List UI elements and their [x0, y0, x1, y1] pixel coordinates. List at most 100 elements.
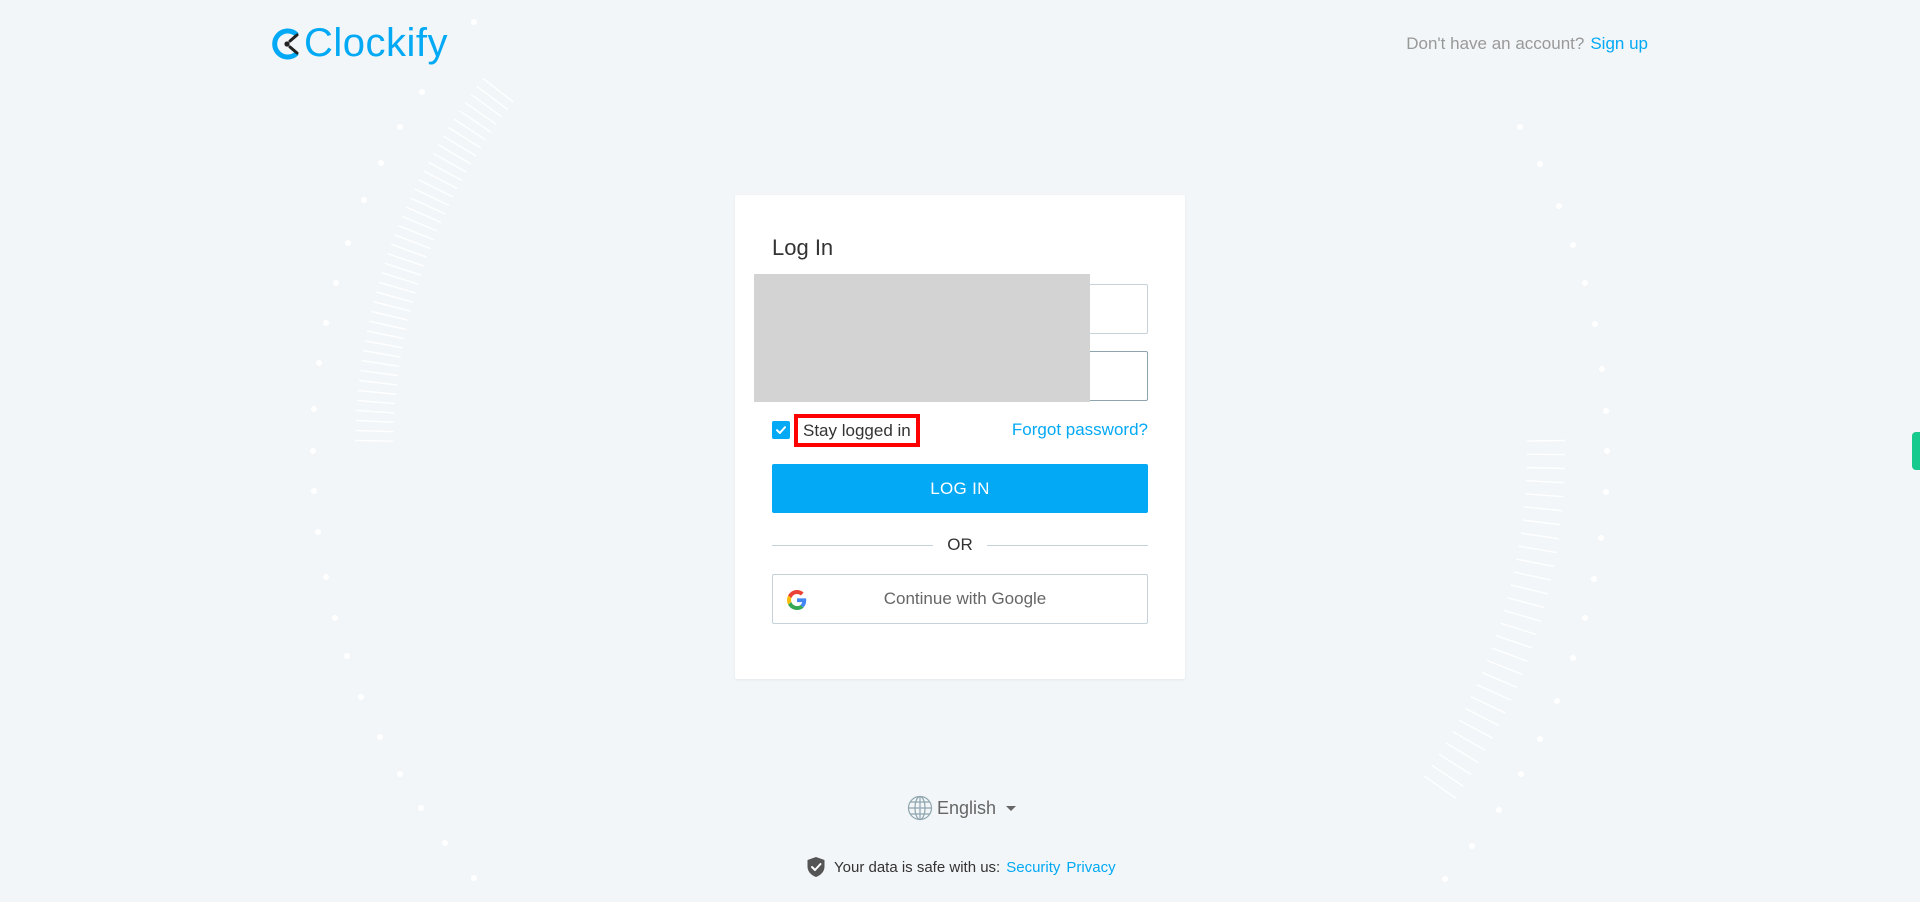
- signup-prompt-text: Don't have an account?: [1406, 34, 1585, 53]
- decor-tick: [355, 429, 394, 433]
- decor-tick: [357, 399, 396, 405]
- divider-line-right: [986, 544, 1148, 546]
- decor-tick: [1516, 558, 1555, 568]
- decor-tick: [1491, 647, 1528, 662]
- brand-name: Clockify: [304, 21, 449, 65]
- decor-tick: [1526, 439, 1565, 442]
- check-icon: [776, 426, 786, 434]
- decor-tick: [363, 350, 401, 358]
- decor-tick: [391, 243, 428, 258]
- login-options: Stay logged in Forgot password?: [772, 413, 1148, 447]
- decor-tick: [376, 291, 414, 303]
- decor-tick: [432, 152, 467, 173]
- decor-tick: [1510, 584, 1549, 595]
- decor-tick: [1507, 597, 1545, 609]
- decor-tick: [378, 281, 416, 294]
- google-button-label: Continue with Google: [883, 589, 1047, 608]
- forgot-password-link[interactable]: Forgot password?: [1012, 420, 1148, 440]
- decor-tick: [373, 301, 411, 312]
- caret-down-icon: [1006, 805, 1017, 811]
- decor-tick: [371, 310, 409, 321]
- decor-tick: [443, 135, 477, 157]
- decor-tick: [361, 359, 400, 368]
- stay-logged-in-label[interactable]: Stay logged in: [794, 413, 920, 447]
- shield-check-icon: [807, 857, 825, 877]
- safe-text: Your data is safe with us:: [834, 858, 1001, 876]
- or-divider: OR: [772, 533, 1148, 557]
- decor-tick: [1476, 683, 1512, 701]
- signup-prompt: Don't have an account? Sign up: [1406, 34, 1648, 54]
- decor-tick: [1445, 742, 1479, 764]
- divider-line-left: [772, 544, 934, 546]
- google-icon: [787, 590, 807, 610]
- decor-tick: [1481, 671, 1518, 689]
- decor-tick: [1458, 719, 1493, 739]
- login-title: Log In: [772, 235, 834, 260]
- data-safety-notice: Your data is safe with us: Security Priv…: [806, 856, 1116, 878]
- clockify-logo[interactable]: Clockify: [272, 20, 448, 68]
- decor-tick: [453, 118, 487, 141]
- decor-tick: [368, 320, 407, 331]
- redacted-region: [754, 274, 1090, 402]
- login-card: Log In Stay logged in Forgot password? L…: [735, 195, 1185, 679]
- decor-tick: [1525, 493, 1564, 498]
- decor-tick: [1526, 466, 1565, 470]
- decor-tick: [1500, 622, 1537, 636]
- decor-tick: [1518, 545, 1557, 554]
- decor-tick: [1503, 609, 1541, 622]
- decor-tick: [410, 197, 446, 215]
- clockify-logo-icon: [272, 28, 299, 60]
- decor-tick: [423, 170, 458, 190]
- decor-tick: [414, 188, 450, 207]
- decor-tick: [1464, 707, 1500, 727]
- decor-tick: [459, 110, 492, 133]
- language-label: English: [937, 797, 997, 818]
- decor-tick: [1520, 532, 1559, 540]
- side-feedback-tab[interactable]: [1912, 432, 1920, 470]
- stay-logged-in-checkbox[interactable]: [772, 421, 790, 439]
- decor-tick: [381, 272, 419, 285]
- decor-tick: [1486, 659, 1523, 676]
- signup-link[interactable]: Sign up: [1590, 34, 1648, 54]
- security-link[interactable]: Security: [1006, 859, 1060, 876]
- decor-tick: [360, 369, 399, 377]
- decor-tick: [1524, 506, 1563, 512]
- decor-tick: [1470, 695, 1506, 714]
- decor-tick: [366, 330, 405, 340]
- login-button[interactable]: LOG IN: [772, 464, 1148, 513]
- stay-logged-in[interactable]: Stay logged in: [772, 413, 920, 447]
- decor-tick: [356, 409, 395, 414]
- decor-tick: [1431, 764, 1464, 787]
- language-selector[interactable]: English: [907, 795, 1017, 821]
- decor-tick: [359, 379, 397, 386]
- decor-tick: [355, 439, 394, 442]
- decor-tick: [1495, 634, 1533, 649]
- decor-tick: [448, 127, 482, 149]
- decor-tick: [464, 102, 497, 126]
- decor-tick: [476, 85, 508, 110]
- decor-tick: [1526, 479, 1565, 484]
- decor-tick: [355, 419, 394, 424]
- globe-icon: [907, 795, 933, 821]
- decor-tick: [470, 93, 503, 118]
- decor-tick: [364, 340, 403, 349]
- decor-tick: [428, 161, 463, 181]
- decor-tick: [394, 234, 431, 250]
- decor-tick: [437, 144, 472, 165]
- decor-tick: [1513, 571, 1552, 581]
- or-text: OR: [947, 535, 973, 554]
- decor-tick: [384, 262, 422, 276]
- decor-tick: [1452, 731, 1487, 752]
- decor-tick: [387, 253, 425, 267]
- decor-tick: [1522, 519, 1561, 526]
- decor-tick: [1424, 775, 1456, 799]
- google-login-button[interactable]: Continue with Google: [772, 574, 1148, 624]
- decor-tick: [357, 389, 396, 395]
- decor-tick: [406, 206, 442, 224]
- privacy-link[interactable]: Privacy: [1066, 859, 1115, 876]
- decor-tick: [398, 224, 435, 241]
- decor-tick: [482, 77, 514, 103]
- decor-tick: [402, 215, 438, 232]
- decor-tick: [418, 179, 454, 198]
- decor-tick: [1438, 753, 1472, 776]
